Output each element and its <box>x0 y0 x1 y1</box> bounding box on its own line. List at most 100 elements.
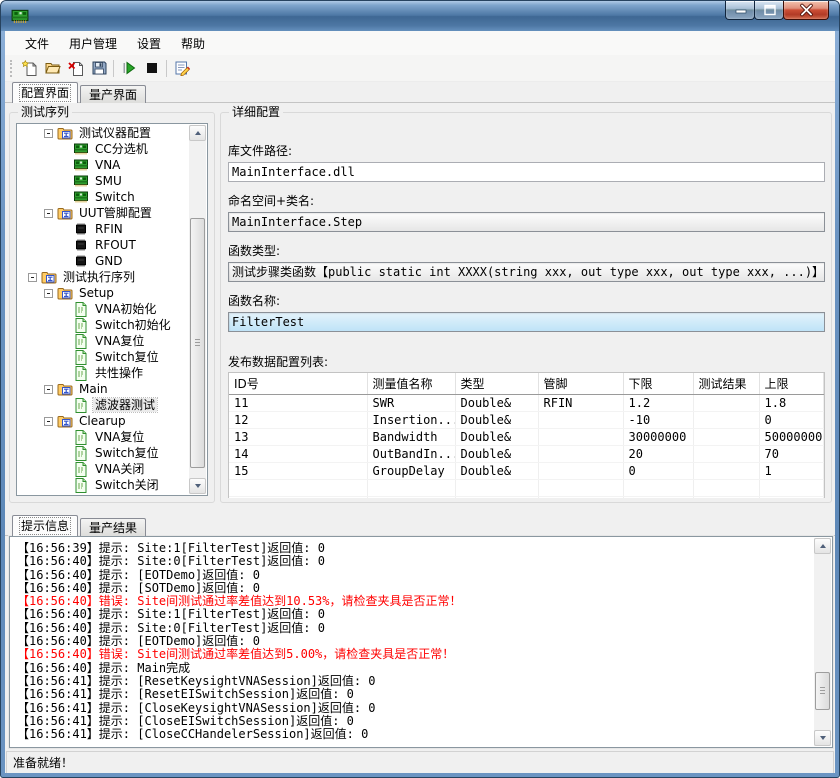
func-name-input[interactable]: FilterTest <box>228 312 825 332</box>
table-cell: RFIN <box>538 394 623 411</box>
log-scrollbar[interactable] <box>814 538 831 746</box>
scroll-up-button[interactable] <box>189 125 206 141</box>
tree-node[interactable]: 测试仪器配置 <box>18 125 189 141</box>
tree-node[interactable]: GND <box>18 253 189 269</box>
save-button[interactable] <box>87 57 110 80</box>
tab-config[interactable]: 配置界面 <box>12 82 78 103</box>
client-area: 文件用户管理设置帮助 配置界面量产界面 测试序列 测试仪器配置CC分选机VNAS… <box>5 31 835 773</box>
table-cell: 0 <box>759 411 823 428</box>
toolbar <box>5 55 835 82</box>
collapse-expander-icon[interactable] <box>44 417 53 426</box>
run-button[interactable] <box>117 57 140 80</box>
message-log[interactable]: 【16:56:39】提示: Site:1[FilterTest]返回值: 0【1… <box>11 538 814 746</box>
delete-button[interactable] <box>64 57 87 80</box>
new-button[interactable] <box>18 57 41 80</box>
tree-node[interactable]: Switch关闭 <box>18 477 189 493</box>
test-sequence-tree[interactable]: 测试仪器配置CC分选机VNASMUSwitchUUT管脚配置RFINRFOUTG… <box>18 125 189 494</box>
scroll-down-button[interactable] <box>814 730 831 746</box>
menu-item-help[interactable]: 帮助 <box>171 32 215 55</box>
tree-node[interactable]: Switch初始化 <box>18 317 189 333</box>
collapse-expander-icon[interactable] <box>44 385 53 394</box>
tree-node[interactable]: RFOUT <box>18 237 189 253</box>
tab-production[interactable]: 量产界面 <box>80 85 146 103</box>
tree-node[interactable]: VNA关闭 <box>18 461 189 477</box>
open-folder-icon <box>45 60 61 76</box>
scrollbar-thumb[interactable] <box>815 672 830 710</box>
menu-bar: 文件用户管理设置帮助 <box>5 31 835 55</box>
tree-node[interactable]: VNA复位 <box>18 429 189 445</box>
func-type-input[interactable]: 测试步骤类函数【public static int XXXX(string xx… <box>228 262 825 282</box>
minimize-button[interactable] <box>725 1 755 20</box>
column-header[interactable]: 下限 <box>623 373 693 394</box>
open-button[interactable] <box>41 57 64 80</box>
scroll-down-button[interactable] <box>189 478 206 494</box>
tree-node-label: Switch <box>93 190 137 204</box>
status-text: 准备就绪！ <box>13 754 73 771</box>
card-icon <box>73 189 89 205</box>
table-cell: 12 <box>229 411 367 428</box>
tree-node[interactable]: Switch复位 <box>18 349 189 365</box>
column-header[interactable]: 类型 <box>455 373 538 394</box>
card-icon <box>73 173 89 189</box>
tree-node[interactable]: VNA复位 <box>18 333 189 349</box>
close-icon <box>784 1 828 20</box>
column-header[interactable]: ID号 <box>229 373 367 394</box>
table-row[interactable]: 15GroupDelayDouble&01 <box>229 462 823 479</box>
title-bar[interactable] <box>1 1 839 31</box>
lib-path-input[interactable]: MainInterface.dll <box>228 162 825 182</box>
menu-item-settings[interactable]: 设置 <box>127 32 171 55</box>
close-button[interactable] <box>783 1 829 20</box>
tree-node[interactable]: CC分选机 <box>18 141 189 157</box>
tab-messages[interactable]: 提示信息 <box>12 515 78 536</box>
log-line: 【16:56:40】提示: Main完成 <box>17 662 814 675</box>
column-header[interactable]: 管脚 <box>538 373 623 394</box>
tree-node[interactable]: Switch复位 <box>18 445 189 461</box>
tree-node[interactable]: VNA <box>18 157 189 173</box>
tree-node[interactable]: 测试执行序列 <box>18 269 189 285</box>
table-cell <box>693 411 759 428</box>
table-cell: OutBandIn... <box>367 445 455 462</box>
tree-node-label: RFIN <box>93 222 125 236</box>
tree-node[interactable]: Switch <box>18 189 189 205</box>
minimize-icon <box>726 1 754 20</box>
column-header[interactable]: 测试结果 <box>693 373 759 394</box>
tree-node[interactable]: VNA初始化 <box>18 301 189 317</box>
tree-node[interactable]: Main <box>18 381 189 397</box>
column-header[interactable]: 上限 <box>759 373 823 394</box>
step-icon <box>73 317 89 333</box>
step-icon <box>73 301 89 317</box>
table-cell: Double& <box>455 394 538 411</box>
collapse-expander-icon[interactable] <box>44 289 53 298</box>
collapse-expander-icon[interactable] <box>44 209 53 218</box>
collapse-expander-icon[interactable] <box>44 129 53 138</box>
namespace-class-input[interactable]: MainInterface.Step <box>228 212 825 232</box>
menu-item-file[interactable]: 文件 <box>15 32 59 55</box>
tree-node[interactable]: 共性操作 <box>18 365 189 381</box>
pci-card-icon <box>11 7 29 25</box>
maximize-button[interactable] <box>754 1 784 20</box>
collapse-expander-icon[interactable] <box>28 273 37 282</box>
menu-item-user-management[interactable]: 用户管理 <box>59 32 127 55</box>
scroll-up-button[interactable] <box>814 538 831 554</box>
column-header[interactable]: 测量值名称 <box>367 373 455 394</box>
tree-node-label: VNA复位 <box>93 430 146 444</box>
tree-node-label: CC分选机 <box>93 142 150 156</box>
table-row[interactable]: 12Insertion...Double&-100 <box>229 411 823 428</box>
tree-node[interactable]: UUT管脚配置 <box>18 205 189 221</box>
table-row[interactable]: 13BandwidthDouble&3000000050000000 <box>229 428 823 445</box>
table-row[interactable]: 14OutBandIn...Double&2070 <box>229 445 823 462</box>
table-cell <box>538 496 623 498</box>
tab-label: 配置界面 <box>21 86 69 100</box>
tree-node[interactable]: 滤波器测试 <box>18 397 189 413</box>
scrollbar-thumb[interactable] <box>190 218 205 468</box>
stop-button[interactable] <box>140 57 163 80</box>
tree-scrollbar[interactable] <box>189 125 206 494</box>
tree-node[interactable]: Setup <box>18 285 189 301</box>
tree-node[interactable]: RFIN <box>18 221 189 237</box>
table-row[interactable]: 11SWRDouble&RFIN1.21.8 <box>229 394 823 411</box>
tree-node[interactable]: Clearup <box>18 413 189 429</box>
tree-node[interactable]: SMU <box>18 173 189 189</box>
edit-button[interactable] <box>170 57 193 80</box>
tab-label: 提示信息 <box>21 519 69 533</box>
tab-production-results[interactable]: 量产结果 <box>80 518 146 536</box>
